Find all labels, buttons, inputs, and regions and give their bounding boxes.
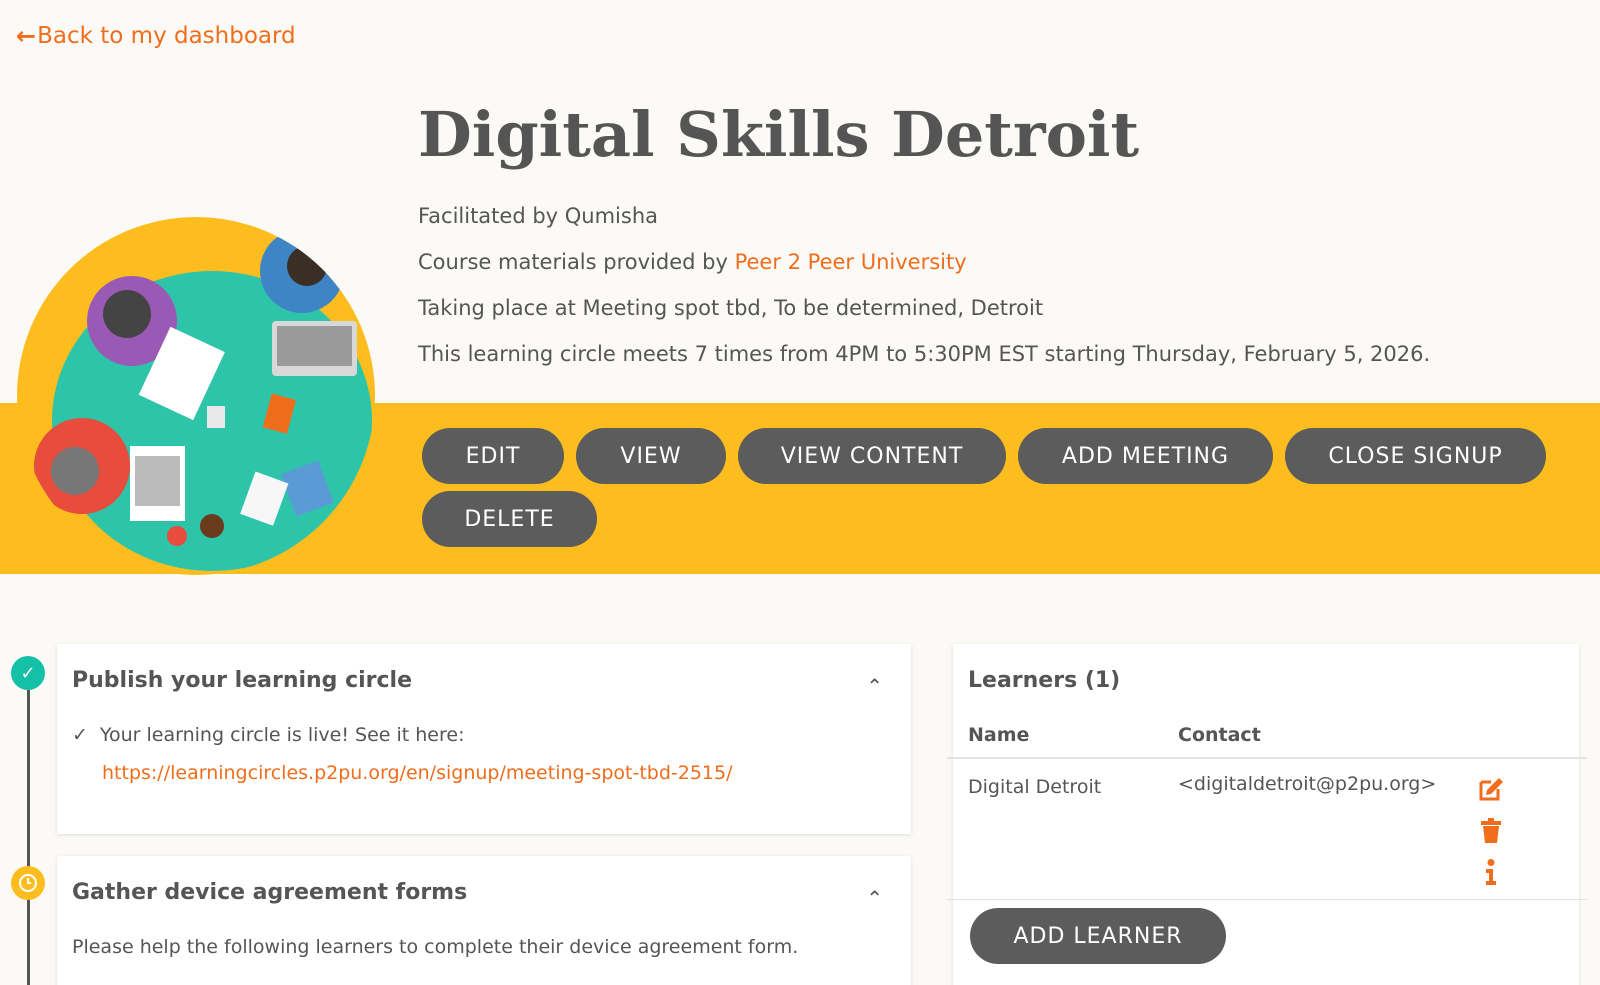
timeline-line [27, 690, 30, 985]
check-icon: ✓ [11, 656, 45, 690]
chevron-up-icon[interactable]: ⌃ [866, 674, 883, 698]
chevron-up-icon[interactable]: ⌃ [866, 886, 883, 910]
location-text: Taking place at Meeting spot tbd, To be … [418, 296, 1044, 320]
delete-button[interactable]: DELETE [422, 491, 597, 547]
schedule-text: This learning circle meets 7 times from … [418, 342, 1431, 366]
edit-button[interactable]: EDIT [422, 428, 564, 484]
column-header-name: Name [968, 724, 1030, 746]
task-card-publish: Publish your learning circle ⌃ ✓ Your lea… [57, 644, 911, 834]
task-body: Please help the following learners to co… [72, 936, 799, 958]
view-button[interactable]: VIEW [576, 428, 726, 484]
edit-icon[interactable] [1477, 775, 1505, 803]
course-actions: EDIT VIEW VIEW CONTENT ADD MEETING CLOSE… [422, 428, 1582, 547]
page-title: Digital Skills Detroit [418, 98, 1140, 171]
clock-icon [11, 866, 45, 900]
learners-title: Learners (1) [968, 668, 1121, 693]
task-title: Gather device agreement forms [72, 880, 468, 905]
learner-contact: <digitaldetroit@p2pu.org> [1178, 773, 1437, 795]
learning-circle-illustration [17, 217, 375, 575]
back-link-label: Back to my dashboard [37, 23, 296, 49]
task-status-line: ✓ Your learning circle is live! See it he… [72, 724, 464, 746]
learners-card: Learners (1) Name Contact Digital Detroi… [947, 644, 1587, 985]
task-card-device-forms: Gather device agreement forms ⌃ Please h… [57, 856, 911, 985]
info-icon[interactable] [1477, 858, 1505, 886]
facilitator-text: Facilitated by Qumisha [418, 204, 659, 228]
signup-page-link[interactable]: https://learningcircles.p2pu.org/en/sign… [102, 762, 733, 784]
task-status-text: Your learning circle is live! See it her… [99, 724, 465, 746]
close-signup-button[interactable]: CLOSE SIGNUP [1285, 428, 1546, 484]
task-title: Publish your learning circle [72, 668, 413, 693]
arrow-left-icon: ← [16, 22, 37, 50]
checkmark-icon: ✓ [72, 724, 88, 746]
add-learner-button[interactable]: ADD LEARNER [970, 908, 1226, 964]
materials-line: Course materials provided by Peer 2 Peer… [418, 250, 967, 274]
materials-provider-link[interactable]: Peer 2 Peer University [735, 250, 967, 274]
materials-prefix: Course materials provided by [418, 250, 735, 274]
trash-icon[interactable] [1477, 817, 1505, 845]
learner-name: Digital Detroit [968, 776, 1102, 798]
divider [947, 899, 1587, 900]
back-to-dashboard-link[interactable]: ← Back to my dashboard [16, 22, 296, 50]
add-meeting-button[interactable]: ADD MEETING [1018, 428, 1273, 484]
view-content-button[interactable]: VIEW CONTENT [738, 428, 1006, 484]
divider [947, 757, 1587, 759]
column-header-contact: Contact [1178, 724, 1261, 746]
